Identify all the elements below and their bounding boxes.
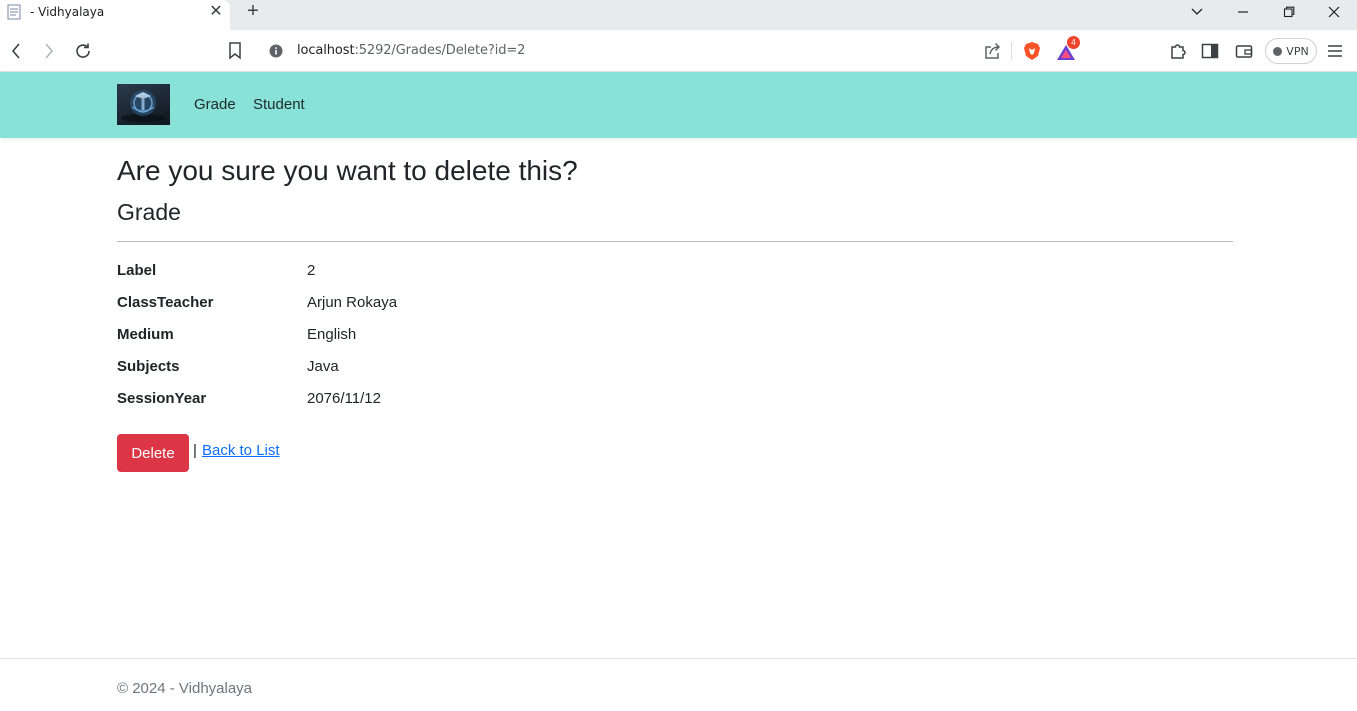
footer-divider [0,658,1357,659]
url-path: :5292/Grades/Delete?id=2 [354,43,526,58]
page-title: Are you sure you want to delete this? [117,155,578,186]
vpn-label: VPN [1286,44,1309,58]
detail-term: Medium [117,326,174,343]
detail-row-class-teacher: ClassTeacher Arjun Rokaya [117,294,717,318]
detail-row-session-year: SessionYear 2076/11/12 [117,390,717,414]
back-to-list-link[interactable]: Back to List [202,442,280,459]
menu-icon[interactable] [1325,41,1345,61]
site-navbar: Grade Student [0,72,1357,138]
detail-value: English [307,326,357,343]
vpn-button[interactable]: VPN [1265,38,1317,64]
forward-icon[interactable] [38,40,60,62]
divider [117,241,1233,242]
url-text: localhost:5292/Grades/Delete?id=2 [297,43,525,58]
detail-term: ClassTeacher [117,294,214,311]
document-icon [7,4,21,20]
browser-tab-strip: - Vidhyalaya ✕ + [0,0,1357,30]
tab-title: - Vidhyalaya [30,5,105,19]
detail-row-subjects: Subjects Java [117,358,717,382]
bookmark-icon[interactable] [224,40,246,62]
brave-shields-icon[interactable] [1023,41,1041,61]
action-separator: | [193,442,197,459]
new-tab-icon[interactable]: + [243,1,263,21]
nav-link-grade[interactable]: Grade [194,96,236,113]
restore-icon[interactable] [1266,0,1312,24]
detail-value: Java [307,358,339,375]
entity-title: Grade [117,199,181,225]
browser-toolbar: localhost:5292/Grades/Delete?id=2 4 VPN [0,30,1357,72]
detail-row-label: Label 2 [117,262,717,286]
close-window-icon[interactable] [1311,0,1357,24]
site-logo[interactable] [117,84,170,125]
detail-value: 2076/11/12 [307,390,381,407]
address-bar[interactable]: localhost:5292/Grades/Delete?id=2 4 [258,35,1084,67]
reload-icon[interactable] [72,40,94,62]
omnibox-divider [1011,42,1012,60]
vpn-status-icon [1273,46,1283,56]
tab-close-icon[interactable]: ✕ [207,3,225,21]
delete-button[interactable]: Delete [117,434,189,472]
rewards-badge: 4 [1067,36,1080,49]
minimize-icon[interactable] [1220,0,1266,24]
wallet-icon[interactable] [1234,41,1254,61]
browser-tab[interactable]: - Vidhyalaya ✕ [0,0,230,30]
detail-row-medium: Medium English [117,326,717,350]
site-info-icon[interactable] [269,44,283,58]
detail-term: SessionYear [117,390,207,407]
footer-copyright: © 2024 - Vidhyalaya [117,680,253,697]
back-icon[interactable] [5,40,27,62]
url-host: localhost [297,43,355,58]
detail-term: Label [117,262,157,279]
tab-search-icon[interactable] [1174,0,1220,24]
share-icon[interactable] [983,42,1001,60]
detail-value: Arjun Rokaya [307,294,398,311]
sidebar-icon[interactable] [1200,41,1220,61]
detail-value: 2 [307,262,316,279]
detail-term: Subjects [117,358,180,375]
extensions-icon[interactable] [1168,41,1188,61]
nav-link-student[interactable]: Student [253,96,305,113]
